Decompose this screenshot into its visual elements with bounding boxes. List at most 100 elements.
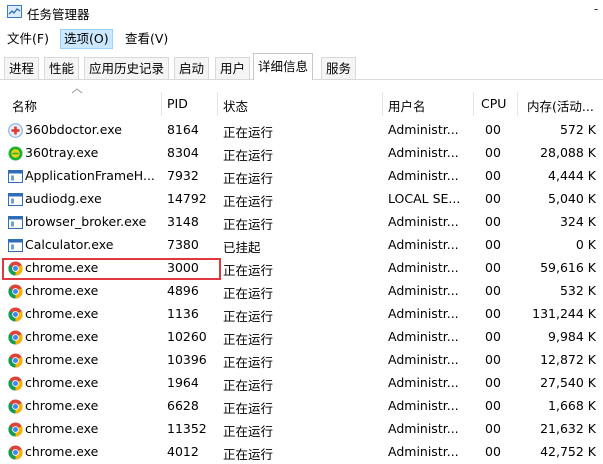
process-pid: 14792 <box>167 191 207 206</box>
title-bar: 任务管理器 - <box>0 0 603 26</box>
chrome-icon <box>8 330 23 345</box>
process-cpu: 00 <box>485 375 501 390</box>
process-pid: 6628 <box>167 398 199 413</box>
chrome-icon <box>8 353 23 368</box>
column-divider[interactable] <box>382 92 383 116</box>
column-header-user[interactable]: 用户名 <box>388 96 426 115</box>
process-status: 正在运行 <box>223 355 274 370</box>
tab-performance[interactable]: 性能 <box>44 57 80 79</box>
process-cpu: 00 <box>485 191 501 206</box>
process-name: audiodg.exe <box>25 191 102 206</box>
menu-file[interactable]: 文件(F) <box>4 30 52 48</box>
table-row[interactable]: 360bdoctor.exe 8164 正在运行 Administr... 00 572 … <box>0 119 603 142</box>
process-name: chrome.exe <box>25 352 99 367</box>
process-user: Administr... <box>388 122 459 137</box>
table-row[interactable]: chrome.exe 4896 正在运行 Administr... 00 532 K <box>0 280 603 303</box>
tab-details[interactable]: 详细信息 <box>253 53 314 80</box>
process-memory: 572 K <box>559 122 596 137</box>
tab-bar: 进程 性能 应用历史记录 启动 用户 详细信息 服务 <box>0 52 603 80</box>
column-divider[interactable] <box>473 92 474 116</box>
table-row[interactable]: chrome.exe 1136 正在运行 Administr... 00 131,244 … <box>0 303 603 326</box>
column-divider[interactable] <box>217 92 218 116</box>
process-name: Calculator.exe <box>25 237 114 252</box>
360tray-icon <box>8 146 23 161</box>
process-status: 正在运行 <box>223 148 274 163</box>
table-row[interactable]: audiodg.exe 14792 正在运行 LOCAL SE... 00 5,040 K <box>0 188 603 211</box>
chrome-icon <box>8 376 23 391</box>
process-pid: 11352 <box>167 421 207 436</box>
process-name: ApplicationFrameH... <box>25 168 155 183</box>
process-pid: 1136 <box>167 306 199 321</box>
process-memory: 9,984 K <box>548 329 596 344</box>
process-name: chrome.exe <box>25 421 99 436</box>
process-cpu: 00 <box>485 283 501 298</box>
process-cpu: 00 <box>485 329 501 344</box>
tab-services[interactable]: 服务 <box>321 57 357 79</box>
process-pid: 4012 <box>167 444 199 459</box>
chrome-icon <box>8 422 23 437</box>
process-cpu: 00 <box>485 421 501 436</box>
column-header-memory[interactable]: 内存(活动... <box>527 96 594 115</box>
process-cpu: 00 <box>485 260 501 275</box>
process-status: 正在运行 <box>223 447 274 462</box>
tab-users[interactable]: 用户 <box>215 57 251 79</box>
app-window-icon <box>8 169 23 184</box>
process-name: chrome.exe <box>25 283 99 298</box>
menu-view[interactable]: 查看(V) <box>122 30 171 48</box>
process-pid: 10396 <box>167 352 207 367</box>
process-memory: 12,872 K <box>540 352 596 367</box>
process-cpu: 00 <box>485 352 501 367</box>
menu-options[interactable]: 选项(O) <box>60 29 113 49</box>
column-divider[interactable] <box>161 92 162 116</box>
process-status: 正在运行 <box>223 332 274 347</box>
process-status: 正在运行 <box>223 171 274 186</box>
process-status: 正在运行 <box>223 217 274 232</box>
table-row[interactable]: chrome.exe 11352 正在运行 Administr... 00 21,632 … <box>0 418 603 441</box>
tab-startup[interactable]: 启动 <box>174 57 210 79</box>
process-pid: 8304 <box>167 145 199 160</box>
column-divider[interactable] <box>517 92 518 116</box>
table-row[interactable]: chrome.exe 10396 正在运行 Administr... 00 12,872 … <box>0 349 603 372</box>
process-name: chrome.exe <box>25 375 99 390</box>
table-row[interactable]: chrome.exe 1964 正在运行 Administr... 00 27,540 K <box>0 372 603 395</box>
column-header-name[interactable]: 名称 <box>12 96 37 115</box>
table-row[interactable]: browser_broker.exe 3148 正在运行 Administr... 00… <box>0 211 603 234</box>
menu-bar: 文件(F) 选项(O) 查看(V) <box>0 26 603 51</box>
process-pid: 8164 <box>167 122 199 137</box>
table-row[interactable]: Calculator.exe 7380 已挂起 Administr... 00 0 K <box>0 234 603 257</box>
process-cpu: 00 <box>485 122 501 137</box>
process-memory: 27,540 K <box>540 375 596 390</box>
table-row[interactable]: chrome.exe 3000 正在运行 Administr... 00 59,616 K <box>0 257 603 280</box>
process-cpu: 00 <box>485 398 501 413</box>
minimize-icon[interactable]: - <box>594 2 598 16</box>
table-row[interactable]: ApplicationFrameH... 7932 正在运行 Administr...… <box>0 165 603 188</box>
process-name: browser_broker.exe <box>25 214 147 229</box>
process-memory: 1,668 K <box>548 398 596 413</box>
app-window-icon <box>8 192 23 207</box>
360bdoctor-icon <box>8 123 23 138</box>
table-row[interactable]: 360tray.exe 8304 正在运行 Administr... 00 28,088 … <box>0 142 603 165</box>
column-header-pid[interactable]: PID <box>167 96 188 111</box>
process-pid: 1964 <box>167 375 199 390</box>
table-row[interactable]: chrome.exe 6628 正在运行 Administr... 00 1,668 K <box>0 395 603 418</box>
process-memory: 5,040 K <box>548 191 596 206</box>
column-header-status[interactable]: 状态 <box>223 96 248 115</box>
process-list: 360bdoctor.exe 8164 正在运行 Administr... 00 572 … <box>0 119 603 464</box>
column-header-cpu[interactable]: CPU <box>481 96 506 111</box>
process-status: 正在运行 <box>223 194 274 209</box>
tab-processes[interactable]: 进程 <box>4 57 40 79</box>
process-name: chrome.exe <box>25 444 99 459</box>
tab-app-history[interactable]: 应用历史记录 <box>84 57 170 79</box>
process-memory: 28,088 K <box>540 145 596 160</box>
table-row[interactable]: chrome.exe 10260 正在运行 Administr... 00 9,984 K <box>0 326 603 349</box>
process-status: 正在运行 <box>223 424 274 439</box>
process-status: 正在运行 <box>223 286 274 301</box>
process-user: Administr... <box>388 145 459 160</box>
process-memory: 0 K <box>575 237 596 252</box>
process-pid: 7932 <box>167 168 199 183</box>
process-user: Administr... <box>388 329 459 344</box>
process-status: 已挂起 <box>223 240 261 255</box>
process-name: 360tray.exe <box>25 145 99 160</box>
chrome-icon <box>8 445 23 460</box>
process-pid: 3148 <box>167 214 199 229</box>
